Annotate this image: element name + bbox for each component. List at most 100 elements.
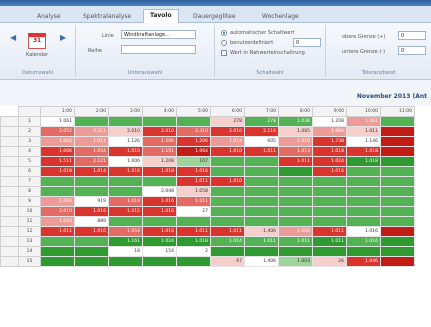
grid-cell[interactable] [380, 116, 415, 127]
row-select-cell[interactable] [0, 246, 19, 257]
grid-cell[interactable]: 26 [312, 256, 347, 267]
grid-cell[interactable]: 1.016 [312, 166, 347, 177]
grid-cell[interactable] [380, 206, 415, 217]
grid-cell[interactable]: 1.011 [312, 226, 347, 237]
grid-cell[interactable] [244, 186, 279, 197]
grid-cell[interactable] [278, 166, 313, 177]
grid-cell[interactable]: 1.018 [312, 146, 347, 157]
grid-cell[interactable]: 1.019 [108, 196, 143, 207]
row-select-cell[interactable] [0, 206, 19, 217]
grid-cell[interactable] [380, 146, 415, 157]
grid-cell[interactable] [40, 236, 75, 247]
grid-cell[interactable] [244, 206, 279, 217]
grid-cell[interactable] [142, 256, 177, 267]
grid-cell[interactable]: 1.011 [278, 236, 313, 247]
grid-cell[interactable] [40, 176, 75, 187]
grid-cell[interactable] [210, 206, 245, 217]
grid-cell[interactable] [210, 196, 245, 207]
grid-cell[interactable]: 1.061 [40, 116, 75, 127]
calendar-icon[interactable]: 31 [28, 33, 46, 49]
grid-cell[interactable]: 1.010 [108, 146, 143, 157]
row-select-cell[interactable] [0, 126, 19, 137]
row-select-cell[interactable] [0, 196, 19, 207]
automatic-radio[interactable] [221, 30, 227, 36]
grid-cell[interactable]: 1.054 [74, 146, 109, 157]
grid-cell[interactable]: 1.126 [108, 136, 143, 147]
grid-cell[interactable]: 2 [176, 246, 211, 257]
row-select-cell[interactable] [0, 176, 19, 187]
grid-cell[interactable]: 278 [210, 116, 245, 127]
grid-cell[interactable] [380, 226, 415, 237]
grid-cell[interactable]: 154 [142, 246, 177, 257]
grid-cell[interactable]: 1.038 [278, 116, 313, 127]
grid-cell[interactable]: 2.010 [108, 126, 143, 137]
grid-cell[interactable]: 1.015 [108, 206, 143, 217]
grid-cell[interactable] [74, 246, 109, 257]
column-header[interactable]: 9:00 [312, 106, 347, 117]
linie-dropdown[interactable]: Windkraftanlage... [121, 30, 196, 39]
grid-cell[interactable]: 1.054 [108, 226, 143, 237]
grid-cell[interactable] [108, 256, 143, 267]
grid-cell[interactable] [108, 116, 143, 127]
grid-cell[interactable]: 1.043 [40, 216, 75, 227]
grid-cell[interactable] [380, 256, 415, 267]
grid-cell[interactable] [380, 236, 415, 247]
grid-cell[interactable]: 1.011 [176, 196, 211, 207]
column-header[interactable]: 5:00 [176, 106, 211, 117]
row-select-cell[interactable] [0, 156, 19, 167]
grid-cell[interactable] [176, 216, 211, 227]
grid-cell[interactable]: 1.014 [210, 136, 245, 147]
grid-cell[interactable] [108, 216, 143, 227]
grid-cell[interactable] [244, 166, 279, 177]
grid-cell[interactable]: 27 [176, 206, 211, 217]
grid-cell[interactable] [312, 196, 347, 207]
grid-cell[interactable] [108, 186, 143, 197]
grid-cell[interactable]: 1.016 [108, 166, 143, 177]
grid-cell[interactable]: 1.013 [278, 146, 313, 157]
grid-cell[interactable]: 889 [74, 216, 109, 227]
grid-cell[interactable]: 1.406 [244, 226, 279, 237]
grid-cell[interactable]: 2.116 [244, 126, 279, 137]
tab-tavolo[interactable]: Tavolo [143, 9, 179, 23]
grid-cell[interactable]: 2.310 [176, 126, 211, 137]
grid-cell[interactable]: 1.206 [176, 136, 211, 147]
grid-cell[interactable]: 1.406 [244, 256, 279, 267]
grid-cell[interactable]: 1.011 [74, 136, 109, 147]
grid-cell[interactable]: 1.014 [74, 166, 109, 177]
grid-cell[interactable] [380, 246, 415, 257]
grid-cell[interactable] [142, 176, 177, 187]
grid-cell[interactable]: 2.052 [40, 126, 75, 137]
grid-cell[interactable]: 1.016 [74, 226, 109, 237]
grid-cell[interactable] [380, 126, 415, 137]
grid-cell[interactable] [380, 186, 415, 197]
grid-cell[interactable] [312, 246, 347, 257]
grid-cell[interactable] [346, 186, 381, 197]
grid-cell[interactable]: 1.980 [312, 126, 347, 137]
tab-dauergeglitee[interactable]: Dauergeglitee [186, 10, 243, 22]
column-header[interactable]: 11:00 [380, 106, 415, 117]
tab-spektralanalyse[interactable]: Spektralanalyse [76, 10, 138, 22]
grid-cell[interactable]: 1.016 [142, 206, 177, 217]
row-select-cell[interactable] [0, 226, 19, 237]
grid-cell[interactable] [346, 246, 381, 257]
grid-cell[interactable]: 1.016 [176, 166, 211, 177]
grid-cell[interactable] [244, 156, 279, 167]
grid-cell[interactable] [40, 246, 75, 257]
grid-cell[interactable] [312, 176, 347, 187]
grid-cell[interactable]: 1.016 [142, 196, 177, 207]
grid-cell[interactable]: 2.048 [142, 186, 177, 197]
column-header[interactable]: 4:00 [142, 106, 177, 117]
grid-cell[interactable]: 18 [108, 246, 143, 257]
grid-cell[interactable] [176, 256, 211, 267]
grid-cell[interactable]: 1.006 [40, 146, 75, 157]
grid-cell[interactable] [380, 176, 415, 187]
grid-cell[interactable]: 1.738 [312, 136, 347, 147]
grid-cell[interactable] [346, 216, 381, 227]
custom-radio[interactable] [221, 40, 227, 46]
row-select-cell[interactable] [0, 146, 19, 157]
grid-cell[interactable]: 1.011 [176, 176, 211, 187]
grid-cell[interactable]: 1.046 [346, 256, 381, 267]
grid-cell[interactable]: 1.016 [346, 226, 381, 237]
grid-cell[interactable]: 2.010 [210, 126, 245, 137]
grid-cell[interactable] [210, 166, 245, 177]
